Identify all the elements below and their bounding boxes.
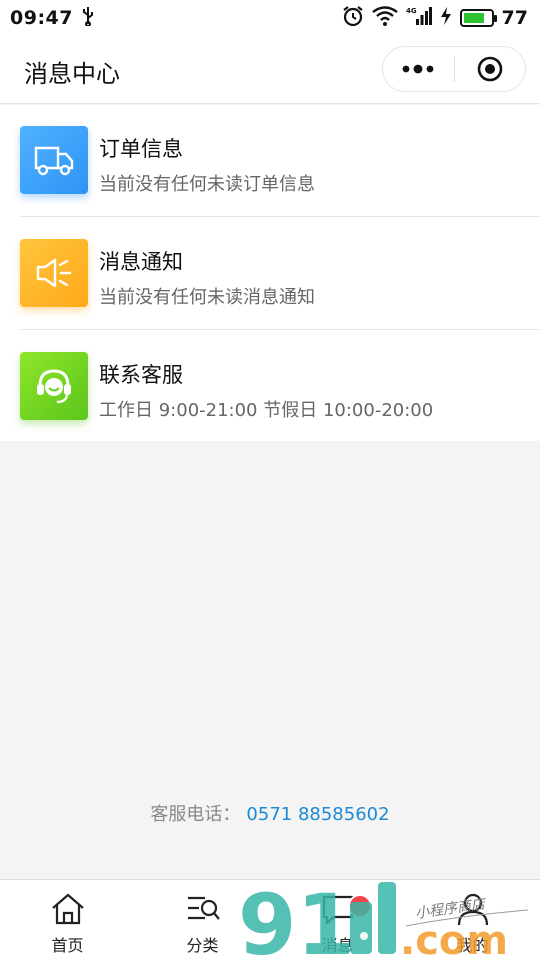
unread-badge: [348, 894, 372, 918]
close-program-button[interactable]: [455, 47, 526, 91]
usb-icon: [81, 6, 95, 30]
status-left: 09:47: [10, 6, 95, 30]
truck-icon: [34, 146, 74, 176]
user-icon: [457, 893, 488, 926]
tab-bar: 首页 分类 消息 我的: [0, 879, 540, 960]
message-title: 订单信息: [99, 137, 183, 161]
wifi-icon: [371, 6, 398, 30]
battery-fill: [463, 13, 484, 23]
status-bar: 09:47 4G 77: [0, 0, 540, 36]
row-divider: [20, 329, 540, 330]
order-icon-tile: [20, 126, 88, 194]
tab-label: 我的: [456, 936, 489, 955]
signal-icon: 4G: [406, 6, 432, 30]
status-right: 4G 77: [342, 5, 528, 31]
message-item-orders[interactable]: 订单信息 当前没有任何未读订单信息: [0, 105, 540, 217]
mini-program-capsule: [382, 46, 526, 92]
tab-category[interactable]: 分类: [135, 880, 270, 960]
target-close-icon: [477, 56, 503, 82]
battery-level: 77: [501, 7, 528, 29]
tab-home[interactable]: 首页: [0, 880, 135, 960]
home-icon: [51, 893, 84, 925]
nav-bar: 消息中心: [0, 36, 540, 104]
battery-icon: [459, 9, 497, 27]
network-label: 4G: [406, 7, 417, 15]
headset-icon: [37, 369, 71, 404]
message-title: 联系客服: [99, 363, 183, 387]
alarm-icon: [342, 5, 364, 31]
service-icon-tile: [20, 352, 88, 420]
notice-icon-tile: [20, 239, 88, 307]
tab-profile[interactable]: 我的: [405, 880, 540, 960]
tab-label: 分类: [186, 936, 219, 955]
message-list: 订单信息 当前没有任何未读订单信息 消息通知 当前没有任何未读消息通知 联系客服: [0, 105, 540, 441]
category-search-icon: [187, 896, 220, 920]
service-phone-number[interactable]: 0571 88585602: [246, 804, 389, 825]
tab-label: 首页: [51, 936, 84, 955]
message-subtitle: 当前没有任何未读消息通知: [99, 287, 315, 308]
message-title: 消息通知: [99, 250, 183, 274]
tab-messages[interactable]: 消息: [270, 880, 405, 960]
service-phone-label: 客服电话：: [150, 804, 241, 825]
service-phone: 客服电话： 0571 88585602: [0, 800, 540, 826]
more-button[interactable]: [383, 47, 454, 91]
message-item-customer-service[interactable]: 联系客服 工作日 9:00-21:00 节假日 10:00-20:00: [0, 331, 540, 443]
speaker-icon: [36, 258, 72, 288]
status-time: 09:47: [10, 7, 73, 29]
page-title: 消息中心: [24, 60, 120, 88]
more-dots-icon: [402, 64, 434, 74]
charging-icon: [440, 6, 452, 30]
message-item-notifications[interactable]: 消息通知 当前没有任何未读消息通知: [0, 218, 540, 330]
row-divider: [20, 216, 540, 217]
tab-label: 消息: [321, 936, 354, 955]
message-subtitle: 当前没有任何未读订单信息: [99, 174, 315, 195]
message-subtitle: 工作日 9:00-21:00 节假日 10:00-20:00: [99, 400, 434, 421]
